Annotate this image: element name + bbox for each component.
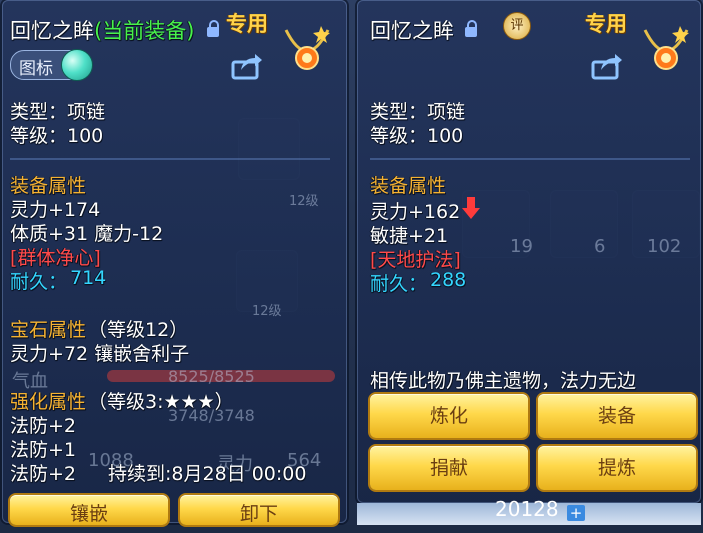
- toggle-knob: [61, 49, 93, 81]
- item-level: 等级：100: [10, 125, 104, 147]
- item-title: 回忆之眸: [370, 19, 454, 43]
- lock-icon[interactable]: [465, 20, 477, 37]
- gem-line: 灵力+72 镶嵌舍利子: [10, 343, 190, 365]
- durability-label: 耐久：: [370, 273, 428, 295]
- money-bar: 20128 +: [357, 497, 701, 525]
- item-level: 等级：100: [370, 125, 464, 147]
- enhance-line-2: 法防+1: [10, 439, 77, 461]
- item-skill: [天地护法]: [370, 249, 461, 271]
- attr-line-2: 敏捷+21: [370, 225, 449, 247]
- refine-button[interactable]: 炼化: [370, 394, 528, 438]
- icon-toggle-label: 图标: [19, 59, 53, 79]
- item-type: 类型：项链: [10, 101, 106, 123]
- enhance-attr-header: 强化属性: [10, 391, 87, 413]
- item-description: 相传此物乃佛主遗物，法力无边: [370, 370, 637, 392]
- bg-cell-level: 12级: [252, 304, 282, 319]
- gem-attr-header: 宝石属性: [10, 319, 87, 341]
- item-type: 类型：项链: [370, 101, 466, 123]
- durability-label: 耐久：: [10, 271, 68, 293]
- icon-toggle[interactable]: 图标: [10, 49, 93, 81]
- attr-line-1: 灵力+174: [10, 199, 101, 221]
- bg-cell-count: 19: [510, 236, 533, 257]
- extract-button[interactable]: 提炼: [538, 446, 696, 490]
- exclusive-badge: 专用: [585, 12, 627, 36]
- exclusive-badge: 专用: [226, 12, 268, 36]
- attr-line-1: 灵力+162: [370, 201, 461, 223]
- lock-icon[interactable]: [207, 20, 219, 37]
- share-icon[interactable]: [231, 52, 263, 80]
- bg-cell-count: 102: [647, 236, 682, 257]
- gem-level: （等级12）: [88, 319, 189, 341]
- rate-icon[interactable]: 评: [503, 12, 531, 40]
- enhance-duration: 持续到:8月28日 00:00: [108, 463, 307, 485]
- attr-line-2: 体质+31 魔力-12: [10, 223, 164, 245]
- decrease-arrow-icon: [462, 197, 480, 219]
- item-skill: [群体净心]: [10, 247, 101, 269]
- enhance-line-3: 法防+2: [10, 463, 77, 485]
- bg-hp-value: 8525/8525: [168, 367, 255, 386]
- enhance-line-1: 法防+2: [10, 415, 77, 437]
- equip-attr-header: 装备属性: [10, 175, 87, 197]
- money-value: 20128: [495, 497, 559, 521]
- necklace-icon: [284, 26, 330, 70]
- bg-cell-count: 6: [594, 236, 606, 257]
- enhance-level: （等级3:★★★）: [88, 391, 234, 413]
- inlay-button[interactable]: 镶嵌: [10, 495, 168, 525]
- donate-button[interactable]: 捐献: [370, 446, 528, 490]
- necklace-icon: [643, 26, 689, 70]
- durability-value: 288: [430, 269, 467, 291]
- item-title: 回忆之眸: [10, 19, 94, 43]
- bg-cell-level: 12级: [289, 194, 319, 209]
- equipped-tag: (当前装备): [94, 19, 195, 43]
- durability-value: 714: [70, 267, 107, 289]
- share-icon[interactable]: [591, 52, 623, 80]
- divider: [10, 158, 330, 160]
- equip-button[interactable]: 装备: [538, 394, 696, 438]
- equip-attr-header: 装备属性: [370, 175, 447, 197]
- divider: [370, 158, 690, 160]
- unequip-button[interactable]: 卸下: [180, 495, 338, 525]
- add-money-icon[interactable]: +: [567, 505, 585, 521]
